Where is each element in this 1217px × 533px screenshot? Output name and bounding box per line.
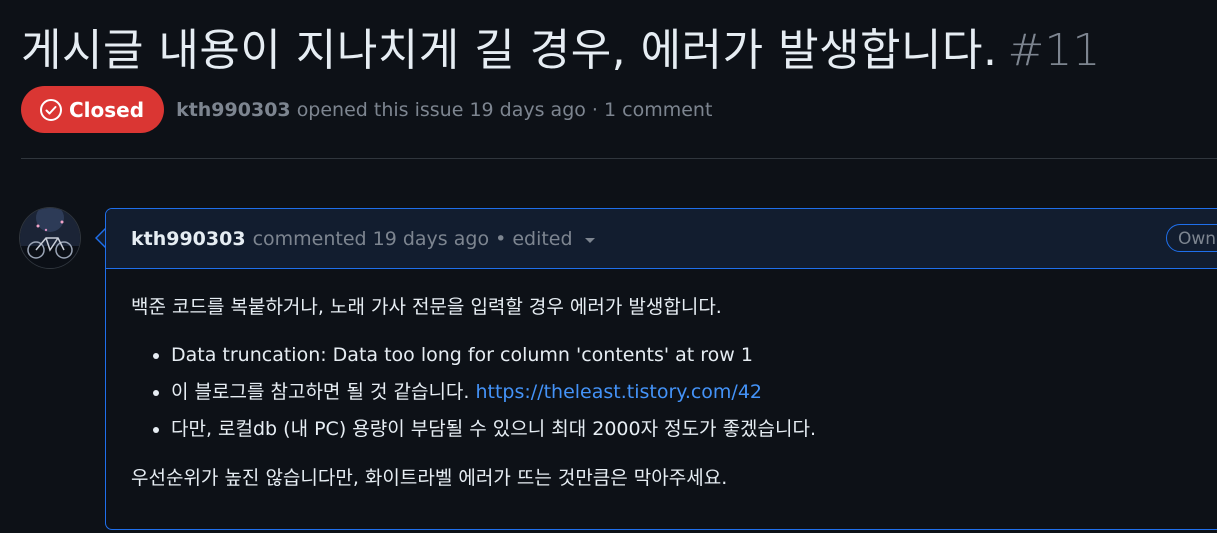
issue-title: 게시글 내용이 지나치게 길 경우, 에러가 발생합니다. [21, 25, 998, 76]
issue-meta: Closed kth990303 opened this issue 19 da… [21, 86, 712, 133]
comment-box: kth990303 commented 19 days ago • edited… [105, 208, 1217, 530]
header-divider [21, 158, 1217, 159]
list-item: Data truncation: Data too long for colum… [171, 337, 1209, 374]
comment-timestamp[interactable]: commented 19 days ago [253, 228, 490, 250]
issue-title-row: 게시글 내용이 지나치게 길 경우, 에러가 발생합니다. #11 [21, 14, 1100, 78]
issue-author-link[interactable]: kth990303 [176, 99, 291, 121]
state-label: Closed [69, 97, 145, 122]
state-badge: Closed [21, 86, 165, 133]
issue-meta-text: kth990303 opened this issue 19 days ago … [176, 99, 712, 121]
comment-author-link[interactable]: kth990303 [131, 228, 246, 250]
edited-dropdown[interactable]: • edited [495, 227, 595, 250]
owner-badge: Owner [1166, 224, 1217, 252]
issue-meta-detail: opened this issue 19 days ago · 1 commen… [296, 98, 713, 121]
comment-body: 백준 코드를 복붙하거나, 노래 가사 전문을 입력할 경우 에러가 발생합니다… [106, 269, 1217, 492]
comment-header: kth990303 commented 19 days ago • edited… [106, 209, 1217, 269]
comment-list: Data truncation: Data too long for colum… [131, 337, 1209, 448]
list-item-text: Data truncation: Data too long for colum… [171, 344, 753, 366]
comment-outro: 우선순위가 높진 않습니다만, 화이트라벨 에러가 뜨는 것만큼은 막아주세요. [131, 467, 728, 489]
list-item: 이 블로그를 참고하면 될 것 같습니다. https://theleast.t… [171, 374, 1209, 411]
edited-label: • edited [495, 227, 573, 250]
caret-down-icon [584, 237, 595, 243]
bicycle-avatar-image [20, 208, 80, 268]
list-item: 다만, 로컬db (내 PC) 용량이 부담될 수 있으니 최대 2000자 정… [171, 411, 1209, 448]
list-item-text: 이 블로그를 참고하면 될 것 같습니다. [171, 381, 476, 403]
closed-check-circle-icon [40, 98, 62, 121]
comment-intro: 백준 코드를 복붙하거나, 노래 가사 전문을 입력할 경우 에러가 발생합니다… [131, 296, 722, 318]
issue-page: 게시글 내용이 지나치게 길 경우, 에러가 발생합니다. #11 Closed … [0, 0, 1217, 533]
blog-link[interactable]: https://theleast.tistory.com/42 [475, 381, 762, 403]
list-item-text: 다만, 로컬db (내 PC) 용량이 부담될 수 있으니 최대 2000자 정… [171, 418, 817, 440]
avatar[interactable] [20, 208, 80, 268]
issue-number: #11 [1007, 25, 1101, 76]
